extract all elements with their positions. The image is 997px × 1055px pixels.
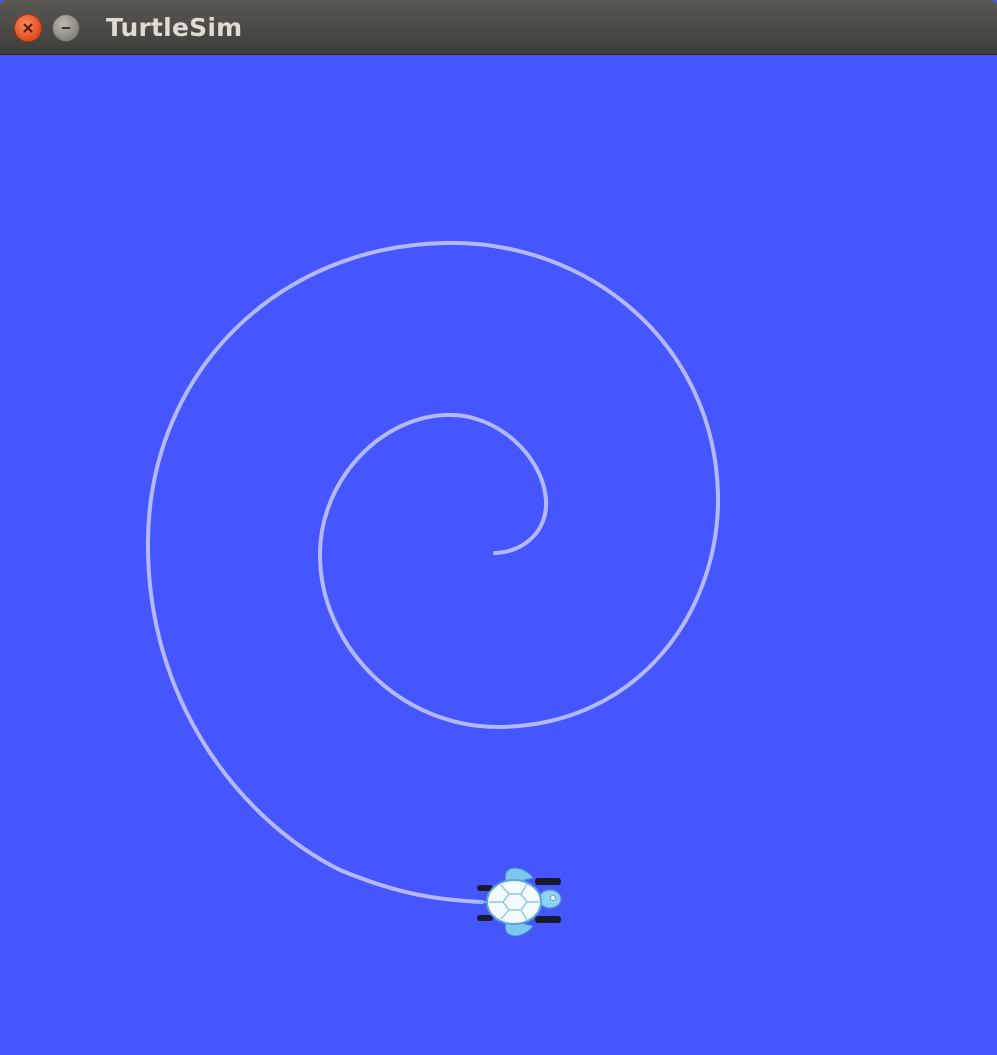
turtle-canvas [0,55,997,1055]
title-bar[interactable]: TurtleSim [0,0,997,55]
turtlesim-window: TurtleSim [0,0,997,1055]
canvas-drawing [145,240,721,937]
window-title: TurtleSim [106,13,243,42]
close-button[interactable] [14,14,42,42]
pen-trail [145,240,721,904]
close-icon [23,23,33,33]
minimize-icon [61,27,71,29]
minimize-button[interactable] [52,14,80,42]
turtle-icon [477,867,562,937]
